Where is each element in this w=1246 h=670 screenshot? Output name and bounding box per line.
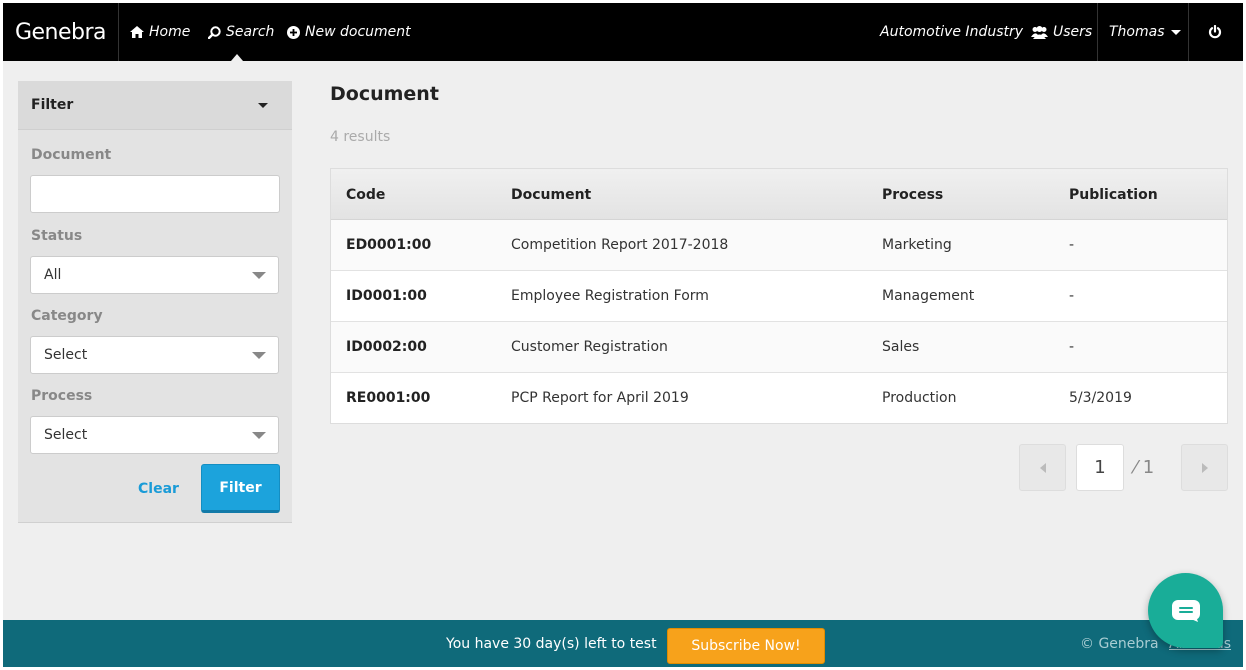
nav-new-document[interactable]: New document <box>287 3 411 61</box>
user-name: Thomas <box>1109 24 1165 40</box>
copyright-text: © Genebra <box>1080 635 1159 652</box>
cell-code: ID0002:00 <box>346 339 427 355</box>
chevron-right-icon <box>1201 462 1208 473</box>
documents-table: Code Document Process Publication ED0001… <box>330 168 1228 424</box>
plus-circle-icon <box>287 25 300 39</box>
cell-code: ID0001:00 <box>346 288 427 304</box>
cell-code: ED0001:00 <box>346 237 432 253</box>
table-row[interactable]: ED0001:00 Competition Report 2017-2018 M… <box>331 220 1227 271</box>
nav-users[interactable]: Users <box>1031 3 1092 61</box>
user-menu[interactable]: Thomas <box>1109 3 1181 61</box>
cell-document: PCP Report for April 2019 <box>511 390 689 406</box>
column-header-process[interactable]: Process <box>882 169 943 220</box>
category-select-value: Select <box>44 347 88 363</box>
active-nav-indicator <box>231 54 243 61</box>
home-icon <box>130 26 144 38</box>
brand-logo[interactable]: Genebra <box>3 3 119 61</box>
filter-button[interactable]: Filter <box>201 464 280 513</box>
page-title: Document <box>330 83 439 105</box>
document-label: Document <box>31 147 112 163</box>
nav-new-document-label: New document <box>305 24 411 40</box>
table-row[interactable]: ID0001:00 Employee Registration Form Man… <box>331 271 1227 322</box>
cell-document: Competition Report 2017-2018 <box>511 237 729 253</box>
column-header-code[interactable]: Code <box>346 169 385 220</box>
nav-divider <box>1097 3 1098 61</box>
prev-page-button[interactable] <box>1019 444 1066 491</box>
company-selector[interactable]: Automotive Industry <box>880 3 1023 61</box>
nav-home[interactable]: Home <box>130 3 190 61</box>
table-header: Code Document Process Publication <box>331 169 1227 220</box>
subscribe-button[interactable]: Subscribe Now! <box>667 628 825 664</box>
category-label: Category <box>31 308 103 324</box>
results-count: 4 results <box>330 129 391 145</box>
cell-process: Production <box>882 390 957 406</box>
chat-icon <box>1171 599 1200 622</box>
chevron-down-icon <box>1170 29 1181 35</box>
nav-home-label: Home <box>149 24 191 40</box>
app-page: Genebra Home Search New document Automot… <box>3 3 1243 667</box>
column-header-publication[interactable]: Publication <box>1069 169 1158 220</box>
nav-users-label: Users <box>1053 24 1093 40</box>
cell-document: Employee Registration Form <box>511 288 709 304</box>
nav-search[interactable]: Search <box>208 3 274 61</box>
cell-document: Customer Registration <box>511 339 668 355</box>
status-select[interactable]: All <box>30 256 279 294</box>
cell-publication: - <box>1069 237 1075 253</box>
power-icon <box>1208 25 1222 39</box>
nav-divider <box>1188 3 1189 61</box>
cell-publication: - <box>1069 339 1075 355</box>
users-icon <box>1031 25 1048 39</box>
status-label: Status <box>31 228 83 244</box>
next-page-button[interactable] <box>1181 444 1228 491</box>
trial-message: You have 30 day(s) left to test <box>446 635 657 652</box>
dropdown-arrow-icon <box>252 272 266 279</box>
chevron-left-icon <box>1039 462 1046 473</box>
caret-down-icon <box>258 103 268 108</box>
search-icon <box>208 25 221 39</box>
cell-process: Marketing <box>882 237 952 253</box>
process-label: Process <box>31 388 93 404</box>
nav-search-label: Search <box>226 24 275 40</box>
cell-process: Management <box>882 288 975 304</box>
document-input[interactable] <box>30 175 280 213</box>
dropdown-arrow-icon <box>252 432 266 439</box>
cell-code: RE0001:00 <box>346 390 431 406</box>
cell-publication: - <box>1069 288 1075 304</box>
logout-button[interactable] <box>1208 3 1227 61</box>
chat-widget-button[interactable] <box>1148 573 1223 648</box>
clear-button[interactable]: Clear <box>138 481 179 497</box>
page-total: ⁄ 1 <box>1134 457 1155 478</box>
category-select[interactable]: Select <box>30 336 279 374</box>
dropdown-arrow-icon <box>252 352 266 359</box>
cell-process: Sales <box>882 339 920 355</box>
filter-panel: Filter Document Status All Category Sele… <box>18 81 292 523</box>
process-select-value: Select <box>44 427 88 443</box>
table-body: ED0001:00 Competition Report 2017-2018 M… <box>331 220 1227 423</box>
column-header-document[interactable]: Document <box>511 169 591 220</box>
cell-publication: 5/3/2019 <box>1069 390 1132 406</box>
page-number-input[interactable]: 1 <box>1076 444 1124 491</box>
process-select[interactable]: Select <box>30 416 279 454</box>
trial-footer: You have 30 day(s) left to test Subscrib… <box>3 620 1243 667</box>
table-row[interactable]: RE0001:00 PCP Report for April 2019 Prod… <box>331 373 1227 423</box>
status-select-value: All <box>44 267 62 283</box>
filter-panel-header[interactable]: Filter <box>18 81 292 130</box>
table-row[interactable]: ID0002:00 Customer Registration Sales - <box>331 322 1227 373</box>
top-navbar: Genebra Home Search New document Automot… <box>3 3 1243 61</box>
filter-title: Filter <box>31 97 74 113</box>
